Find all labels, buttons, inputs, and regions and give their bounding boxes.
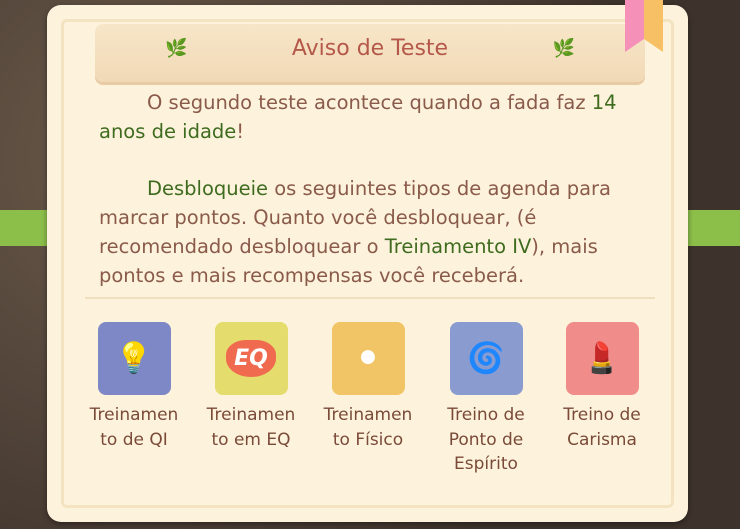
unlock-highlight: Desbloqueie [147,177,269,200]
label-line: Treino de [563,405,641,425]
notice-paragraph-2: Desbloqueie os seguintes tipos de agenda… [99,174,639,290]
title-ribbon: 🌿 Aviso de Teste 🌿 [95,24,645,82]
leaf-flower-icon: 🌿 [552,38,575,59]
training-iv-highlight: Treinamento IV [384,235,532,258]
label-line: to Físico [332,429,404,450]
left-green-band [0,210,50,246]
eq-glyph: EQ [226,340,276,377]
spiral-orb-icon: 🌀 [449,322,523,395]
schedule-type-2[interactable]: ⚫ Treinamen to Físico [308,322,428,452]
label-line: Espírito [454,454,518,474]
lipstick-icon: 💄 [565,322,639,395]
label-line: Treino de [447,405,525,425]
label-line: to em EQ [211,429,291,450]
label-line: Treinamen [323,405,413,425]
schedule-type-0[interactable]: 💡 Treinamen to de QI [74,322,194,452]
schedule-type-label: Treino de Ponto de Espírito [426,403,546,477]
label-line: Carisma [567,429,637,450]
notice-paragraph-1: O segundo teste acontece quando a fada f… [99,88,639,146]
divider [85,297,655,299]
heart-eq-icon: EQ [214,322,288,395]
schedule-type-label: Treinamen to Físico [308,403,428,452]
label-line: Treinamen [89,405,179,425]
schedule-type-1[interactable]: EQ Treinamen to em EQ [191,322,311,452]
lightbulb-icon: 💡 [97,322,171,395]
label-line: Treinamen [206,405,296,425]
schedule-type-label: Treinamen to de QI [74,403,194,452]
schedule-type-3[interactable]: 🌀 Treino de Ponto de Espírito [426,322,546,477]
text: ! [236,120,245,143]
dumbbell-icon: ⚫ [331,322,405,395]
schedule-type-label: Treinamen to em EQ [191,403,311,452]
label-line: Ponto de [448,429,524,450]
text: O segundo teste acontece quando a fada f… [147,91,586,114]
schedule-type-label: Treino de Carisma [542,403,662,452]
label-line: to de QI [100,429,168,450]
schedule-type-4[interactable]: 💄 Treino de Carisma [542,322,662,452]
right-green-band [685,210,740,246]
